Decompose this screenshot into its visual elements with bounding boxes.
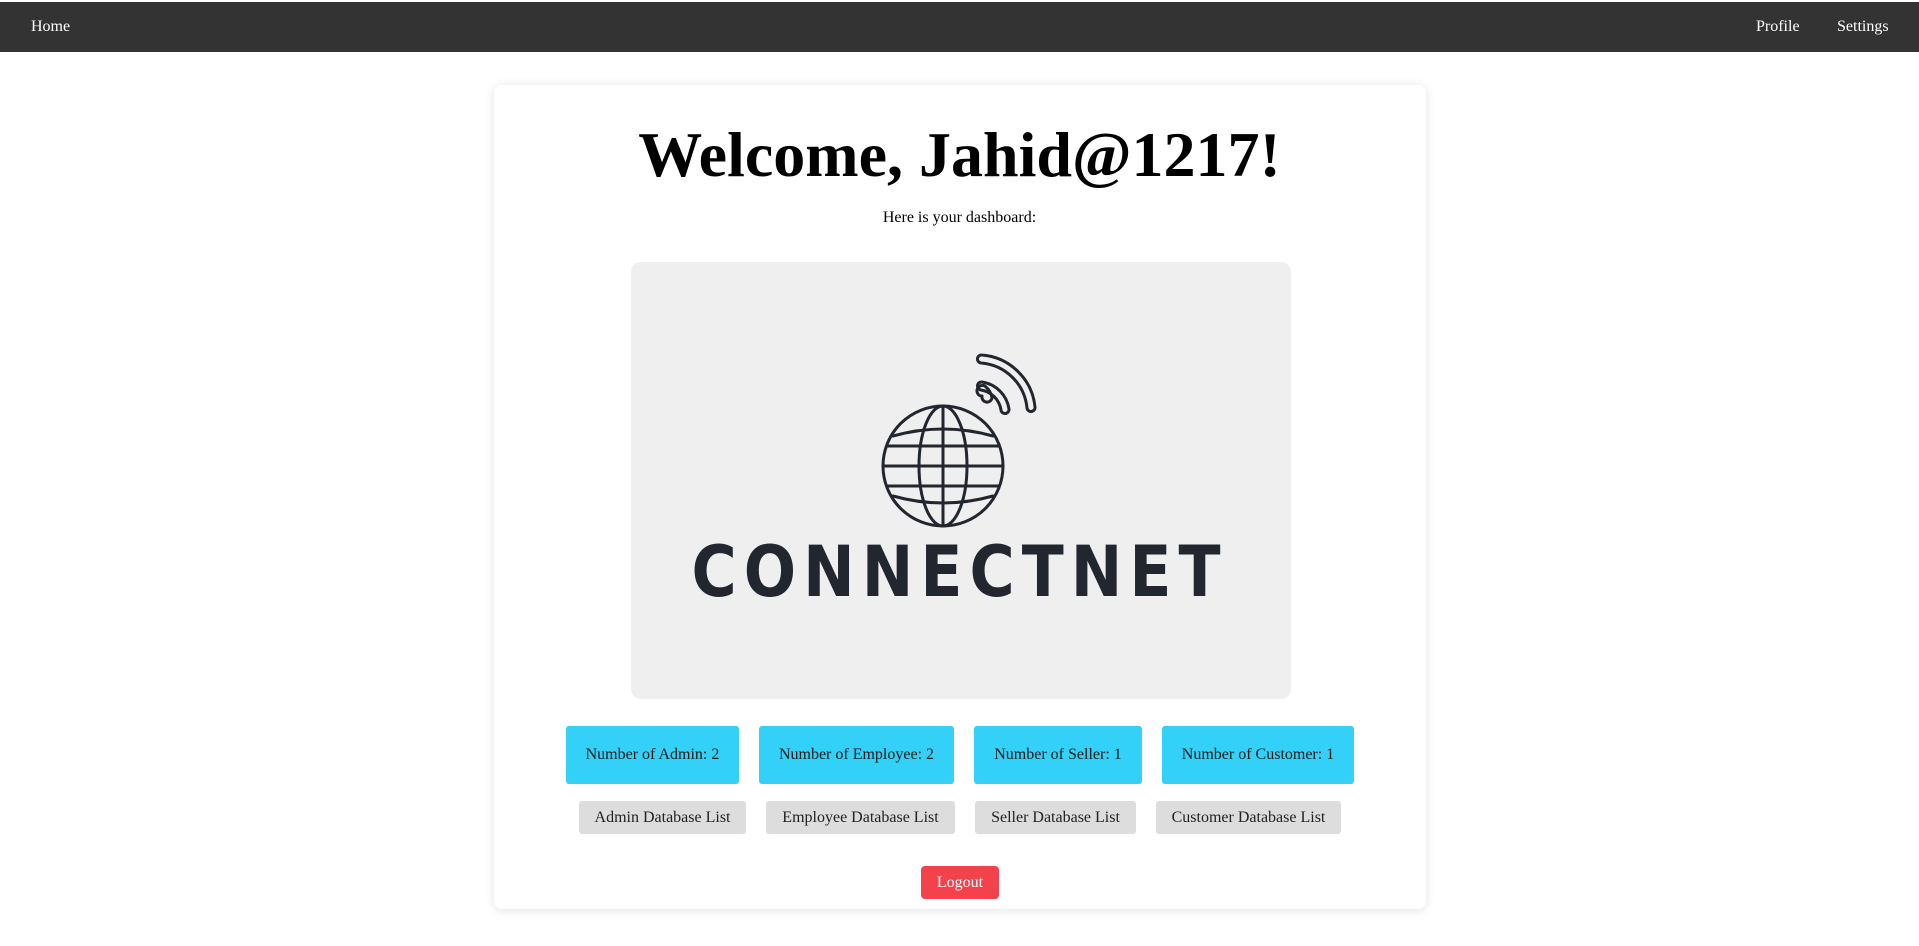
logo-text: CONNECTNET (691, 531, 1228, 613)
connectnet-logo-image (631, 262, 1291, 699)
admin-database-list-button[interactable]: Admin Database List (579, 801, 746, 834)
admin-count-button[interactable]: Number of Admin: 2 (566, 726, 739, 784)
dashboard-subtitle: Here is your dashboard: (882, 209, 1037, 226)
nav-settings-link[interactable]: Settings (1837, 2, 1889, 52)
customer-database-list-button[interactable]: Customer Database List (1156, 801, 1341, 834)
nav-profile-link[interactable]: Profile (1756, 2, 1800, 52)
globe-wifi-icon (881, 353, 1037, 528)
logout-button[interactable]: Logout (921, 866, 999, 899)
welcome-heading: Welcome, Jahid@1217! (638, 119, 1281, 190)
seller-database-list-button[interactable]: Seller Database List (975, 801, 1136, 834)
seller-count-button[interactable]: Number of Seller: 1 (974, 726, 1142, 784)
top-navbar: Home Profile Settings (0, 2, 1919, 52)
nav-home-link[interactable]: Home (31, 2, 70, 52)
employee-count-button[interactable]: Number of Employee: 2 (759, 726, 954, 784)
customer-count-button[interactable]: Number of Customer: 1 (1162, 726, 1354, 784)
employee-database-list-button[interactable]: Employee Database List (766, 801, 955, 834)
